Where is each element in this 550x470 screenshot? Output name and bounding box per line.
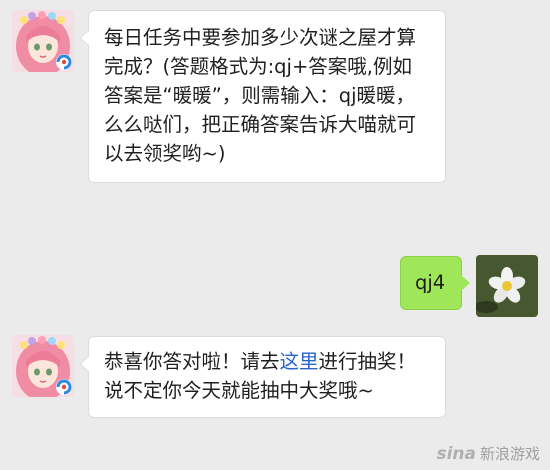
bot-avatar[interactable] [12, 10, 74, 72]
message-bubble-bot: 恭喜你答对啦！请去这里进行抽奖！说不定你今天就能抽中大奖哦~ [80, 336, 446, 418]
sina-games-watermark: sina 新浪游戏 [436, 443, 540, 464]
message-text: 每日任务中要参加多少次谜之屋才算完成？(答题格式为:qj+答案哦,例如答案是“暖… [104, 26, 417, 165]
message-text: qj4 [415, 271, 446, 294]
white-flower-avatar-icon [476, 255, 538, 317]
sina-logo: sina [436, 443, 476, 464]
message-bubble-bot: 每日任务中要参加多少次谜之屋才算完成？(答题格式为:qj+答案哦,例如答案是“暖… [80, 10, 446, 183]
user-avatar[interactable] [476, 255, 538, 317]
anime-girl-avatar-icon [12, 10, 74, 72]
message-bubble-user: qj4 [400, 256, 470, 310]
anime-girl-avatar-icon [12, 335, 74, 397]
tencent-games-badge-icon [56, 379, 72, 395]
prize-draw-link[interactable]: 这里 [280, 350, 319, 373]
tencent-games-badge-icon [56, 54, 72, 70]
message-text-part: 恭喜你答对啦！请去 [104, 350, 280, 373]
watermark-text: 新浪游戏 [479, 445, 540, 463]
bot-avatar[interactable] [12, 335, 74, 397]
